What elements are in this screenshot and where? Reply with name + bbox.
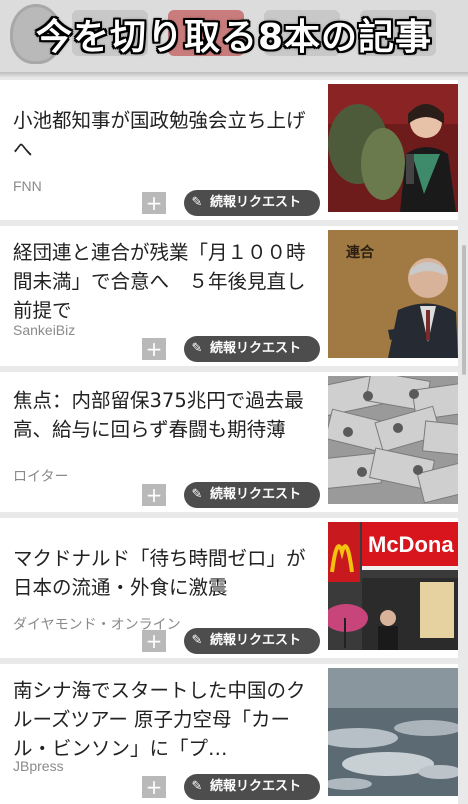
- article-title[interactable]: 南シナ海でスタートした中国のクルーズツアー 原子力空母「カール・ビンソン」に「プ…: [13, 676, 313, 763]
- banknotes-photo: [328, 376, 458, 504]
- article-source: SankeiBiz: [13, 322, 76, 338]
- article-card[interactable]: 南シナ海でスタートした中国のクルーズツアー 原子力空母「カール・ビンソン」に「プ…: [0, 664, 458, 804]
- article-title[interactable]: 焦点：内部留保375兆円で過去最高、給与に回らず春闘も期待薄: [13, 386, 313, 444]
- add-button[interactable]: +: [142, 776, 166, 798]
- request-button-label: 続報リクエスト: [210, 487, 302, 502]
- thumbnail-caption: 連合: [346, 245, 374, 261]
- follow-up-request-button[interactable]: ✎ 続報リクエスト: [184, 482, 320, 508]
- article-thumbnail[interactable]: [328, 84, 458, 212]
- article-card[interactable]: 経団連と連合が残業「月１００時間未満」で合意へ ５年後見直し前提で Sankei…: [0, 226, 458, 366]
- follow-up-request-button[interactable]: ✎ 続報リクエスト: [184, 774, 320, 800]
- request-button-label: 続報リクエスト: [210, 341, 302, 356]
- request-button-label: 続報リクエスト: [210, 195, 302, 210]
- header-shadow: [0, 72, 468, 78]
- page-title: 今を切り取る8本の記事: [35, 17, 433, 58]
- wrench-icon: ✎: [191, 487, 203, 502]
- article-card[interactable]: 小池都知事が国政勉強会立ち上げへ FNN + ✎ 続報リクエスト: [0, 80, 458, 220]
- add-button[interactable]: +: [142, 192, 166, 214]
- add-button[interactable]: +: [142, 484, 166, 506]
- thumbnail-caption: McDona: [368, 532, 454, 557]
- article-title[interactable]: 小池都知事が国政勉強会立ち上げへ: [13, 106, 313, 164]
- article-source: JBpress: [13, 758, 64, 774]
- article-thumbnail[interactable]: 連合: [328, 230, 458, 358]
- article-thumbnail[interactable]: [328, 376, 458, 504]
- follow-up-request-button[interactable]: ✎ 続報リクエスト: [184, 190, 320, 216]
- follow-up-request-button[interactable]: ✎ 続報リクエスト: [184, 336, 320, 362]
- wrench-icon: ✎: [191, 195, 203, 210]
- app-header: 今を切り取る8本の記事: [0, 0, 468, 72]
- article-thumbnail[interactable]: [328, 668, 458, 796]
- article-source: FNN: [13, 178, 42, 194]
- follow-up-request-button[interactable]: ✎ 続報リクエスト: [184, 628, 320, 654]
- article-source: ロイター: [13, 468, 69, 484]
- add-button[interactable]: +: [142, 630, 166, 652]
- article-card[interactable]: マクドナルド「待ち時間ゼロ」が日本の流通・外食に激震 ダイヤモンド・オンライン …: [0, 518, 458, 658]
- request-button-label: 続報リクエスト: [210, 779, 302, 794]
- article-card[interactable]: 焦点：内部留保375兆円で過去最高、給与に回らず春闘も期待薄 ロイター + ✎ 続…: [0, 372, 458, 512]
- article-title[interactable]: 経団連と連合が残業「月１００時間未満」で合意へ ５年後見直し前提で: [13, 238, 313, 325]
- article-title[interactable]: マクドナルド「待ち時間ゼロ」が日本の流通・外食に激震: [13, 544, 313, 602]
- article-thumbnail[interactable]: McDona: [328, 522, 458, 650]
- wrench-icon: ✎: [191, 341, 203, 356]
- wrench-icon: ✎: [191, 633, 203, 648]
- request-button-label: 続報リクエスト: [210, 633, 302, 648]
- scrollbar[interactable]: [462, 245, 466, 375]
- wrench-icon: ✎: [191, 779, 203, 794]
- politician-photo: [328, 84, 458, 212]
- add-button[interactable]: +: [142, 338, 166, 360]
- sea-clouds-photo: [328, 668, 458, 796]
